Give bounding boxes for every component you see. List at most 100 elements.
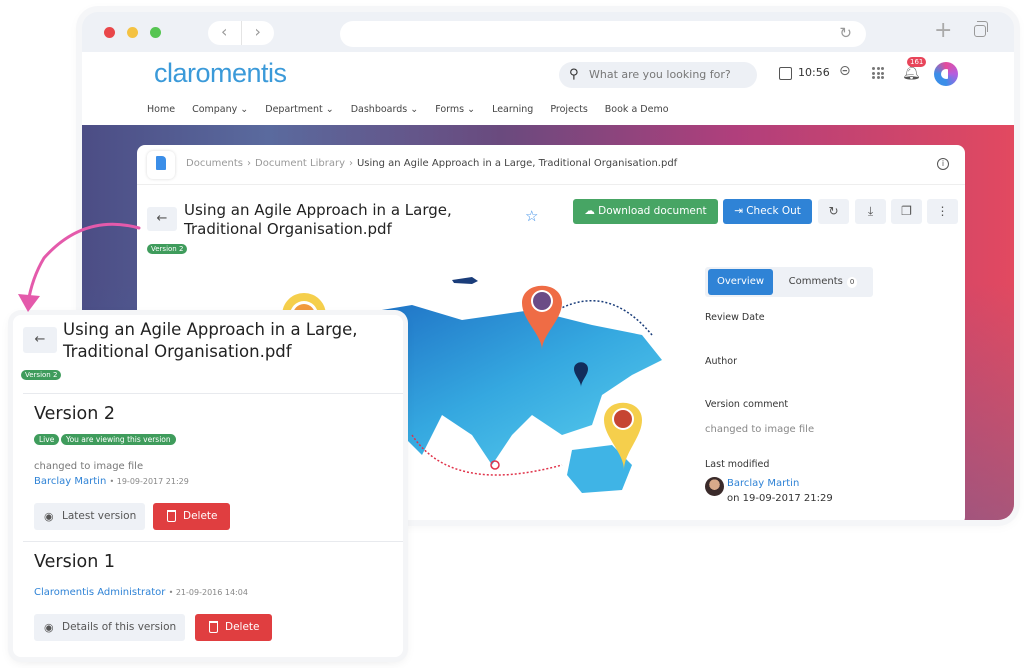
apps-grid-icon[interactable]: [872, 67, 884, 79]
trash-icon: [167, 510, 176, 522]
maximize-window-dot[interactable]: [150, 27, 161, 38]
document-icon: [147, 151, 175, 179]
menu-item-book-demo[interactable]: Book a Demo: [605, 104, 669, 115]
site-header: claromentis ⚲ What are you looking for? …: [82, 52, 1014, 125]
version-history-panel: ← Using an Agile Approach in a Large, Tr…: [13, 315, 403, 657]
menu-item-forms[interactable]: Forms ⌄: [435, 104, 475, 115]
overlay-title-line-2: Traditional Organisation.pdf: [63, 342, 292, 361]
delete-button[interactable]: Delete: [195, 614, 272, 641]
title-line-1: Using an Agile Approach in a Large,: [184, 201, 452, 219]
version-meta: Claromentis Administrator • 21-09-2016 1…: [34, 587, 248, 598]
main-menu: Home Company ⌄ Department ⌄ Dashboards ⌄…: [147, 104, 686, 115]
download-label: Download document: [598, 205, 707, 217]
more-options-button[interactable]: ⋮: [927, 199, 958, 224]
overlay-version-badge: Version 2: [21, 370, 62, 380]
check-out-label: Check Out: [746, 205, 801, 217]
breadcrumb: Documents › Document Library › Using an Agil…: [186, 158, 677, 169]
tab-comments-label: Comments: [788, 276, 843, 287]
info-icon[interactable]: i: [937, 158, 949, 170]
check-out-button[interactable]: ⇥ Check Out: [723, 199, 812, 224]
history-nav: ‹ ›: [208, 21, 274, 45]
live-pill: Live: [34, 434, 60, 445]
calendar-icon[interactable]: [779, 67, 792, 80]
annotation-arrow: [18, 222, 141, 312]
delete-label: Delete: [225, 621, 260, 633]
eye-icon: ◉: [44, 510, 54, 523]
menu-item-learning[interactable]: Learning: [492, 104, 533, 115]
version-date: • 21-09-2016 14:04: [168, 588, 248, 597]
menu-item-projects[interactable]: Projects: [550, 104, 587, 115]
menu-item-home[interactable]: Home: [147, 104, 175, 115]
menu-item-company[interactable]: Company ⌄: [192, 104, 248, 115]
latest-version-label: Latest version: [62, 510, 137, 522]
version-item: Version 2 Live You are viewing this vers…: [23, 393, 403, 541]
sign-in-icon: ⇥: [734, 205, 747, 217]
copy-button[interactable]: ❐: [891, 199, 922, 224]
modified-date: on 19-09-2017 21:29: [727, 493, 833, 504]
copy-icon: ❐: [901, 204, 912, 218]
refresh-icon: ↻: [828, 204, 839, 218]
airplane-icon: [452, 277, 478, 284]
notification-badge: 161: [907, 57, 927, 67]
breadcrumb-documents[interactable]: Documents: [186, 158, 243, 169]
chevron-right-icon[interactable]: ›: [242, 21, 275, 45]
modifier-name-link[interactable]: Barclay Martin: [727, 478, 799, 489]
menu-item-department[interactable]: Department ⌄: [265, 104, 333, 115]
review-date-label: Review Date: [705, 312, 765, 323]
back-button[interactable]: ←: [147, 207, 177, 231]
version-user-link[interactable]: Claromentis Administrator: [34, 587, 165, 598]
version-date: • 19-09-2017 21:29: [109, 477, 189, 486]
overlay-back-button[interactable]: ←: [23, 327, 57, 353]
reload-icon[interactable]: ↻: [839, 24, 852, 42]
more-vertical-icon: ⋮: [936, 204, 949, 218]
overlay-document-title: Using an Agile Approach in a Large, Trad…: [63, 319, 358, 363]
search-placeholder: What are you looking for?: [589, 68, 731, 81]
tabs-icon[interactable]: [974, 21, 988, 37]
arrow-left-icon: ←: [156, 211, 168, 226]
tab-comments[interactable]: Comments 0: [777, 269, 869, 295]
link-icon[interactable]: ⊝: [839, 63, 851, 79]
breadcrumb-separator: ›: [247, 158, 252, 169]
clock-time: 10:56: [798, 66, 830, 79]
download-document-button[interactable]: ☁︎ Download document: [573, 199, 718, 224]
details-of-version-button[interactable]: ◉ Details of this version: [34, 614, 186, 641]
address-bar[interactable]: ↻: [340, 21, 866, 47]
target-marker-icon: [490, 460, 500, 470]
delete-button[interactable]: Delete: [153, 503, 230, 530]
version-badge: Version 2: [147, 244, 188, 254]
breadcrumb-separator: ›: [348, 158, 353, 169]
refresh-button[interactable]: ↻: [818, 199, 849, 224]
version-comment-value: changed to image file: [705, 424, 815, 435]
chevron-left-icon[interactable]: ‹: [208, 21, 242, 45]
logo[interactable]: claromentis: [154, 58, 287, 89]
search-input[interactable]: ⚲ What are you looking for?: [559, 62, 757, 88]
version-heading: Version 2: [34, 404, 116, 424]
download-tray-icon: ⤓: [867, 204, 874, 218]
version-meta: Barclay Martin • 19-09-2017 21:29: [34, 476, 189, 487]
breadcrumb-bar: Documents › Document Library › Using an Agil…: [137, 145, 965, 185]
close-window-dot[interactable]: [104, 27, 115, 38]
version-user-link[interactable]: Barclay Martin: [34, 476, 106, 487]
title-line-2: Traditional Organisation.pdf: [184, 220, 392, 238]
document-title: Using an Agile Approach in a Large, Trad…: [184, 201, 452, 239]
arrow-left-icon: ←: [34, 332, 46, 347]
latest-version-button[interactable]: ◉ Latest version: [34, 503, 146, 530]
version-comment: changed to image file: [34, 461, 144, 472]
pin-avatar: [533, 292, 551, 310]
tab-overview[interactable]: Overview: [708, 269, 773, 295]
version-comment-label: Version comment: [705, 399, 789, 410]
version-item: Version 1 Claromentis Administrator • 21…: [23, 541, 403, 653]
details-label: Details of this version: [62, 621, 177, 633]
modifier-avatar: [705, 477, 724, 496]
minimize-window-dot[interactable]: [127, 27, 138, 38]
star-icon[interactable]: ☆: [525, 207, 538, 225]
arrow-head-icon: [18, 294, 40, 312]
panel-tabs: Overview Comments 0: [705, 267, 873, 297]
menu-item-dashboards[interactable]: Dashboards ⌄: [351, 104, 418, 115]
user-avatar[interactable]: [934, 62, 958, 86]
last-modified-label: Last modified: [705, 459, 770, 470]
download-button[interactable]: ⤓: [855, 199, 886, 224]
arrow-curve: [26, 222, 141, 305]
breadcrumb-document-library[interactable]: Document Library: [255, 158, 345, 169]
plus-icon[interactable]: +: [934, 18, 952, 43]
